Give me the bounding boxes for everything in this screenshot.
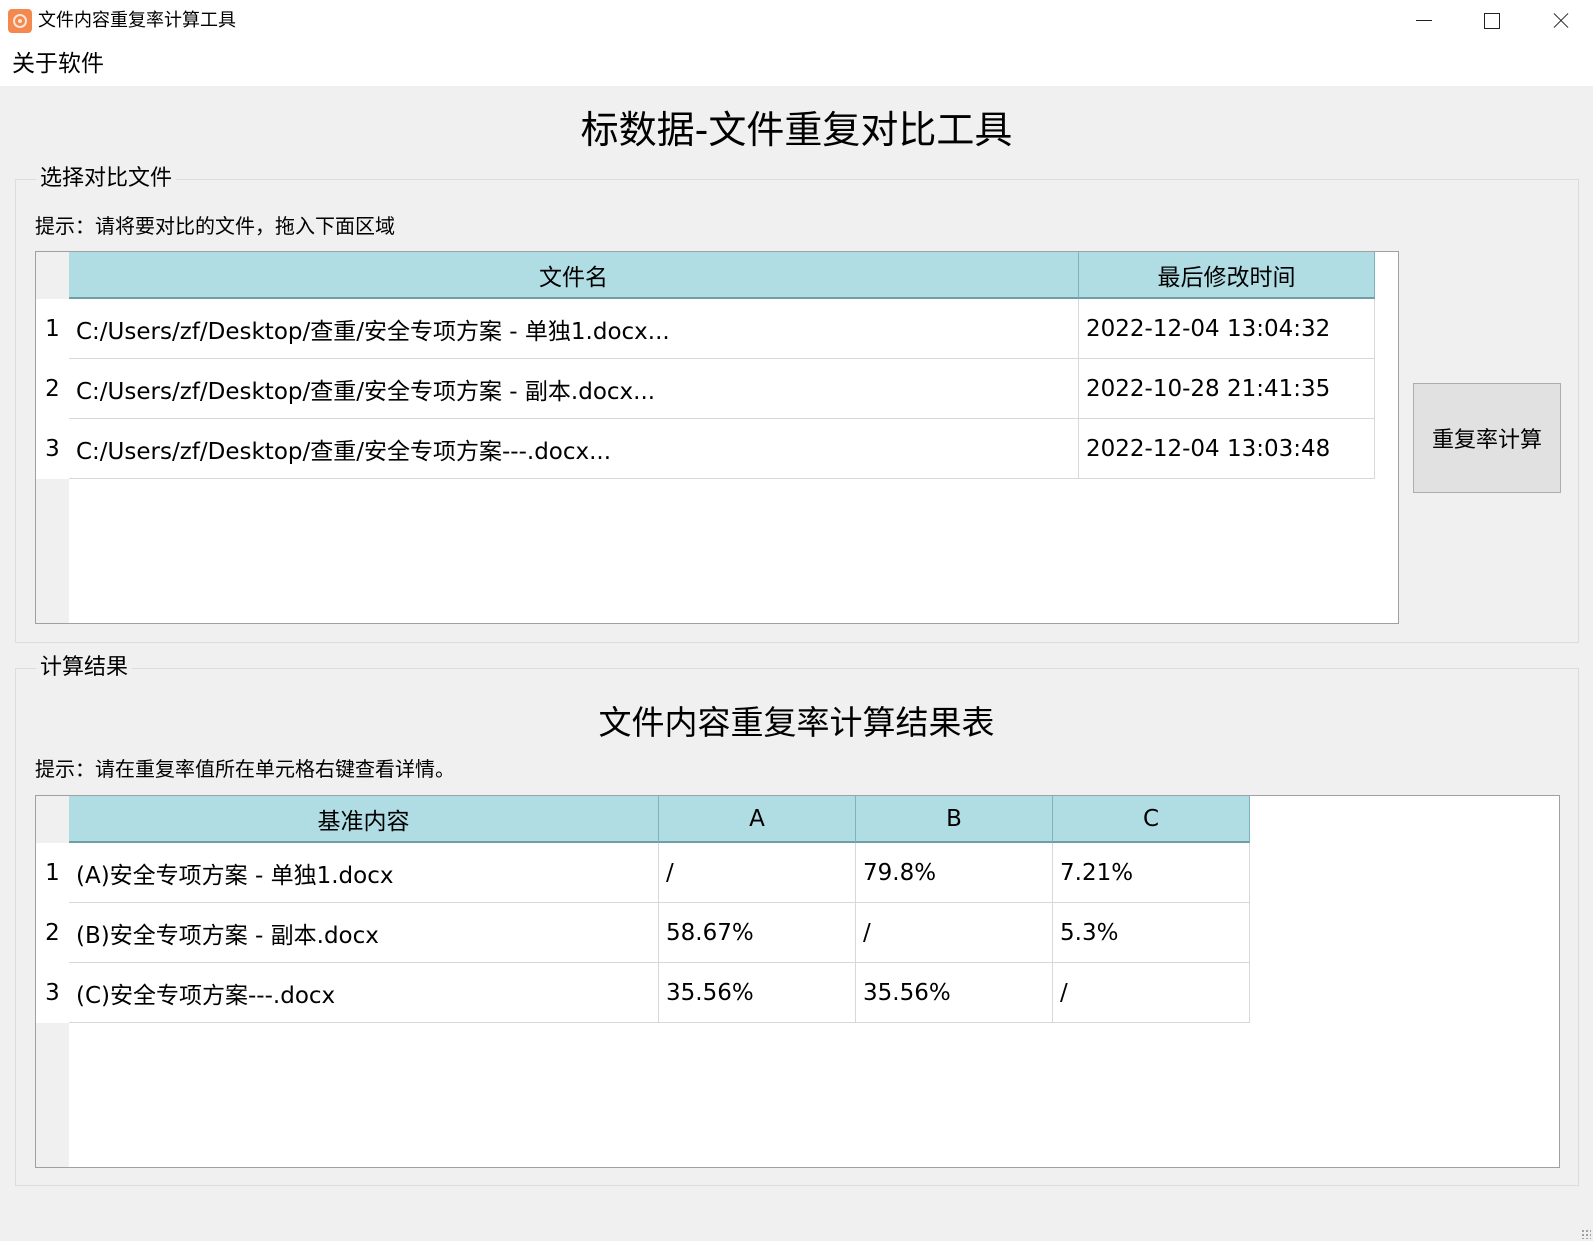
- modified-time-cell[interactable]: 2022-10-28 21:41:35: [1079, 359, 1375, 419]
- file-drop-hint: 提示：请将要对比的文件，拖入下面区域: [35, 214, 395, 238]
- minimize-icon[interactable]: [1389, 0, 1457, 42]
- row-number[interactable]: 2: [36, 359, 69, 419]
- file-name-cell[interactable]: C:/Users/zf/Desktop/查重/安全专项方案 - 副本.docx.…: [69, 359, 1079, 419]
- menu-bar: 关于软件: [0, 42, 1593, 86]
- result-table-header: 基准内容 A B C: [69, 796, 1250, 843]
- result-table[interactable]: 基准内容 A B C 1 (A)安全专项方案 - 单独1.docx / 79.8…: [35, 795, 1560, 1168]
- table-row[interactable]: (B)安全专项方案 - 副本.docx 58.67% / 5.3%: [69, 903, 1250, 963]
- base-content-cell[interactable]: (A)安全专项方案 - 单独1.docx: [69, 843, 659, 903]
- rate-cell-c[interactable]: 5.3%: [1053, 903, 1250, 963]
- rate-cell-c[interactable]: /: [1053, 963, 1250, 1023]
- rate-cell-c[interactable]: 7.21%: [1053, 843, 1250, 903]
- maximize-icon[interactable]: [1457, 0, 1525, 42]
- file-table-header: 文件名 最后修改时间: [69, 252, 1375, 299]
- table-row[interactable]: (C)安全专项方案---.docx 35.56% 35.56% /: [69, 963, 1250, 1023]
- menu-item-about[interactable]: 关于软件: [12, 48, 104, 80]
- page-title: 标数据-文件重复对比工具: [580, 108, 1013, 152]
- table-row[interactable]: (A)安全专项方案 - 单独1.docx / 79.8% 7.21%: [69, 843, 1250, 903]
- row-number[interactable]: 1: [36, 299, 69, 359]
- table-row[interactable]: C:/Users/zf/Desktop/查重/安全专项方案 - 单独1.docx…: [69, 299, 1375, 359]
- row-number[interactable]: 1: [36, 843, 69, 903]
- row-number[interactable]: 3: [36, 963, 69, 1023]
- file-name-cell[interactable]: C:/Users/zf/Desktop/查重/安全专项方案---.docx...: [69, 419, 1079, 479]
- title-bar: 文件内容重复率计算工具: [0, 0, 1593, 42]
- result-hint: 提示：请在重复率值所在单元格右键查看详情。: [35, 757, 455, 781]
- modified-time-cell[interactable]: 2022-12-04 13:04:32: [1079, 299, 1375, 359]
- file-table[interactable]: 文件名 最后修改时间 1 C:/Users/zf/Desktop/查重/安全专项…: [35, 251, 1399, 624]
- column-header-modified[interactable]: 最后修改时间: [1079, 252, 1375, 299]
- base-content-cell[interactable]: (C)安全专项方案---.docx: [69, 963, 659, 1023]
- calculate-button[interactable]: 重复率计算: [1413, 383, 1561, 493]
- window-title: 文件内容重复率计算工具: [38, 10, 236, 31]
- rate-cell-b[interactable]: /: [856, 903, 1053, 963]
- resize-grip-icon[interactable]: [1581, 1229, 1591, 1239]
- rate-cell-a[interactable]: 35.56%: [659, 963, 856, 1023]
- result-table-title: 文件内容重复率计算结果表: [598, 703, 995, 742]
- rate-cell-a[interactable]: 58.67%: [659, 903, 856, 963]
- file-select-group-title: 选择对比文件: [36, 164, 177, 194]
- result-group-title: 计算结果: [36, 653, 133, 683]
- column-header-base[interactable]: 基准内容: [69, 796, 659, 843]
- rate-cell-b[interactable]: 79.8%: [856, 843, 1053, 903]
- app-logo-icon: [8, 9, 32, 33]
- column-header-b[interactable]: B: [856, 796, 1053, 843]
- column-header-filename[interactable]: 文件名: [69, 252, 1079, 299]
- rate-cell-a[interactable]: /: [659, 843, 856, 903]
- base-content-cell[interactable]: (B)安全专项方案 - 副本.docx: [69, 903, 659, 963]
- row-number[interactable]: 3: [36, 419, 69, 479]
- modified-time-cell[interactable]: 2022-12-04 13:03:48: [1079, 419, 1375, 479]
- column-header-a[interactable]: A: [659, 796, 856, 843]
- row-number[interactable]: 2: [36, 903, 69, 963]
- rate-cell-b[interactable]: 35.56%: [856, 963, 1053, 1023]
- close-icon[interactable]: [1525, 0, 1593, 42]
- file-name-cell[interactable]: C:/Users/zf/Desktop/查重/安全专项方案 - 单独1.docx…: [69, 299, 1079, 359]
- table-row[interactable]: C:/Users/zf/Desktop/查重/安全专项方案 - 副本.docx.…: [69, 359, 1375, 419]
- column-header-c[interactable]: C: [1053, 796, 1250, 843]
- table-row[interactable]: C:/Users/zf/Desktop/查重/安全专项方案---.docx...…: [69, 419, 1375, 479]
